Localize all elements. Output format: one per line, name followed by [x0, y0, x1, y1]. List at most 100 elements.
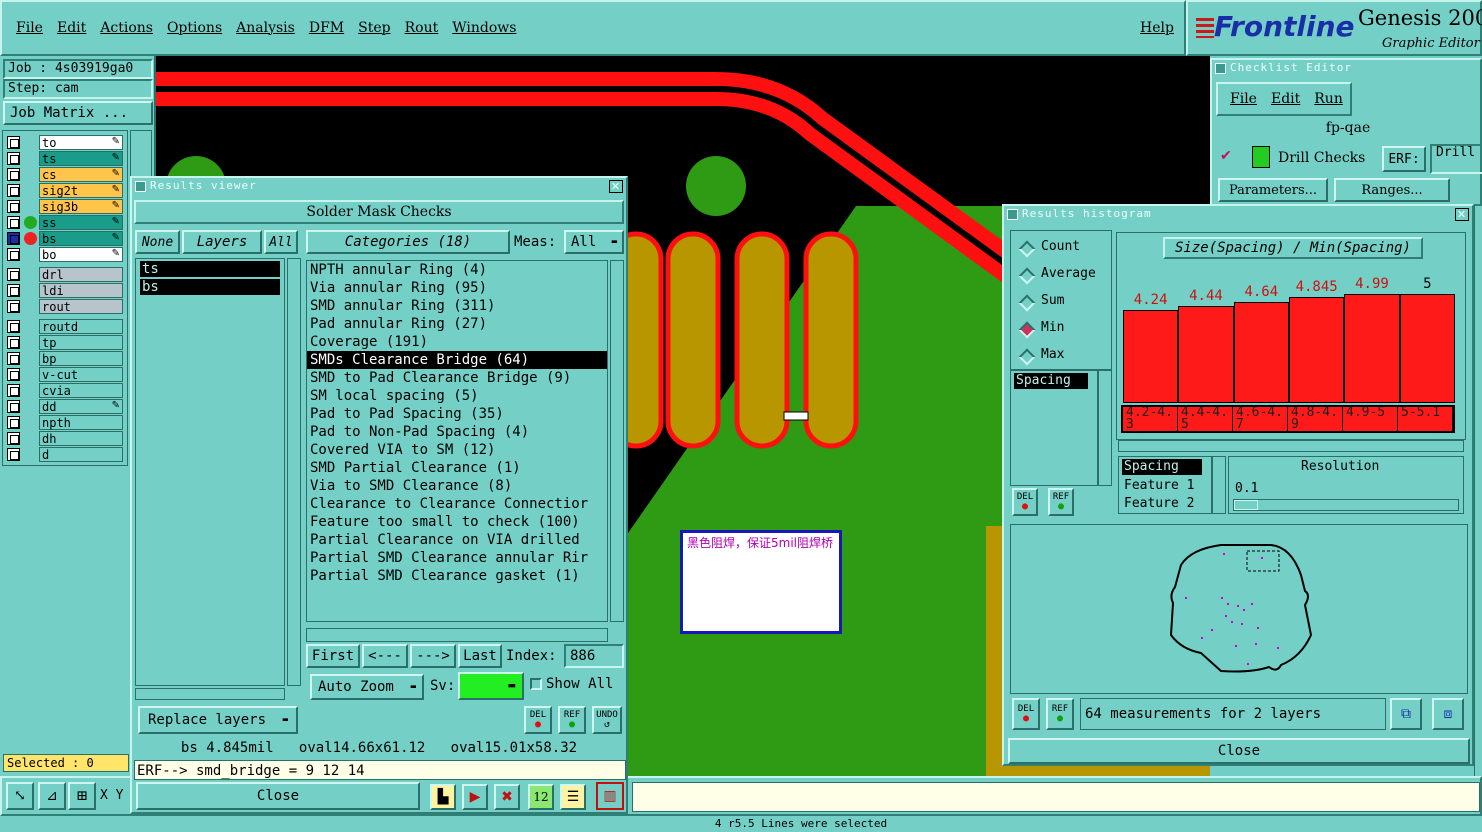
category-item[interactable]: SM local spacing (5)	[307, 387, 607, 405]
layer-checkbox[interactable]	[7, 168, 20, 181]
tool-zoom-icon[interactable]: ⤡	[6, 782, 34, 810]
layer-checkbox[interactable]	[7, 368, 20, 381]
layer-row-sig3b[interactable]: sig3b ✎	[7, 199, 123, 214]
list-item[interactable]: Feature 1	[1122, 477, 1208, 495]
menu-dfm[interactable]: DFM	[309, 20, 344, 36]
parameters-button[interactable]: Parameters...	[1218, 178, 1328, 202]
categories-list[interactable]: NPTH annular Ring (4) Via annular Ring (9…	[306, 260, 608, 622]
category-item[interactable]: Partial SMD Clearance gasket (1)	[307, 567, 607, 585]
check-name[interactable]: Drill Checks	[1278, 150, 1365, 166]
hist-ref-button-2[interactable]: REF ●	[1046, 698, 1074, 730]
layer-name[interactable]: d	[39, 447, 123, 462]
category-item[interactable]: Via annular Ring (95)	[307, 279, 607, 297]
layer-checkbox[interactable]	[7, 248, 20, 261]
sv-color-dropdown[interactable]: ▬	[458, 672, 524, 700]
layer-name[interactable]: sig3b	[39, 199, 123, 214]
layer-name[interactable]: ts	[39, 151, 123, 166]
tool-histogram-icon[interactable]: ▥	[596, 782, 624, 810]
layers-button[interactable]: Layers	[182, 230, 262, 254]
hist-ref-button[interactable]: REF ●	[1048, 488, 1074, 516]
mode-radio-sum[interactable]	[1018, 294, 1036, 312]
layer-checkbox[interactable]	[7, 336, 20, 349]
undo-button[interactable]: UNDO ↺	[592, 706, 622, 734]
category-item[interactable]: SMD to Pad Clearance Bridge (9)	[307, 369, 607, 387]
category-item[interactable]: Coverage (191)	[307, 333, 607, 351]
layer-checkbox[interactable]	[7, 136, 20, 149]
histogram-bar[interactable]	[1399, 294, 1455, 403]
category-item[interactable]: NPTH annular Ring (4)	[307, 261, 607, 279]
category-item[interactable]: Partial Clearance on VIA drilled	[307, 531, 607, 549]
menu-edit[interactable]: Edit	[57, 20, 86, 36]
checklist-menu-edit[interactable]: Edit	[1271, 91, 1300, 107]
layer-name[interactable]: bs	[39, 231, 123, 246]
menu-windows[interactable]: Windows	[452, 20, 516, 36]
layer-row-v-cut[interactable]: v-cut	[7, 367, 123, 382]
layer-name[interactable]: ss	[39, 215, 123, 230]
menu-options[interactable]: Options	[167, 20, 222, 36]
list-item[interactable]: Spacing	[1014, 373, 1088, 389]
results-close-button[interactable]: Close	[136, 782, 420, 810]
layer-name[interactable]: dd	[39, 399, 123, 414]
first-button[interactable]: First	[306, 644, 360, 668]
window-menu-icon[interactable]	[1215, 63, 1226, 74]
menu-file[interactable]: File	[16, 20, 43, 36]
checklist-menu-run[interactable]: Run	[1314, 91, 1343, 107]
category-item[interactable]: Covered VIA to SM (12)	[307, 441, 607, 459]
meas-dropdown[interactable]: All ▬	[564, 230, 624, 254]
layer-name[interactable]: sig2t	[39, 183, 123, 198]
histogram-titlebar[interactable]: Results histogram ✕	[1004, 206, 1472, 224]
tool-delete-icon[interactable]: ✖	[494, 784, 520, 810]
layer-checkbox[interactable]	[7, 152, 20, 165]
layer-row-dh[interactable]: dh	[7, 431, 123, 446]
histogram-bar[interactable]	[1344, 294, 1400, 403]
mode-radio-min[interactable]	[1018, 321, 1036, 339]
layer-name[interactable]: cvia	[39, 383, 123, 398]
category-item[interactable]: Pad to Non-Pad Spacing (4)	[307, 423, 607, 441]
checklist-menu-file[interactable]: File	[1230, 91, 1257, 107]
categories-hscroll[interactable]	[306, 628, 608, 642]
list-item[interactable]: ts	[140, 261, 280, 277]
histogram-bar[interactable]	[1178, 306, 1234, 403]
layer-name[interactable]: npth	[39, 415, 123, 430]
layer-name[interactable]: cs	[39, 167, 123, 182]
ranges-button[interactable]: Ranges...	[1334, 178, 1450, 202]
layer-checkbox[interactable]	[7, 432, 20, 445]
layer-name[interactable]: drl	[39, 267, 123, 282]
command-line[interactable]	[632, 782, 1480, 812]
layer-row-ts[interactable]: ts ✎	[7, 151, 123, 166]
results-viewer-titlebar[interactable]: Results viewer ✕	[132, 178, 626, 196]
show-all-checkbox[interactable]	[530, 678, 542, 690]
tool-report-icon[interactable]: ☰	[560, 784, 586, 810]
layer-checkbox[interactable]	[7, 184, 20, 197]
resolution-slider[interactable]	[1233, 499, 1459, 511]
layer-row-routd[interactable]: routd	[7, 319, 123, 334]
menu-rout[interactable]: Rout	[405, 20, 439, 36]
mode-radio-count[interactable]	[1018, 240, 1036, 258]
layer-list-vscroll[interactable]	[287, 258, 301, 686]
menu-actions[interactable]: Actions	[100, 20, 153, 36]
measure-list[interactable]: Spacing	[1010, 370, 1098, 486]
histogram-close-button[interactable]: Close	[1008, 738, 1470, 764]
layer-row-npth[interactable]: npth	[7, 415, 123, 430]
job-matrix-button[interactable]: Job Matrix ...	[3, 101, 153, 125]
chart-hscroll[interactable]	[1118, 440, 1464, 452]
check-enabled-icon[interactable]: ✔	[1220, 148, 1232, 164]
del-button[interactable]: DEL ●	[524, 706, 552, 734]
mode-radio-max[interactable]	[1018, 348, 1036, 366]
menu-help[interactable]: Help	[1140, 20, 1174, 36]
layer-checkbox[interactable]	[7, 400, 20, 413]
result-layer-list[interactable]: ts bs	[135, 258, 285, 686]
histogram-bar[interactable]	[1123, 310, 1179, 403]
layer-name[interactable]: tp	[39, 335, 123, 350]
layer-list-hscroll[interactable]	[135, 688, 285, 700]
layer-checkbox[interactable]	[7, 352, 20, 365]
mode-radio-average[interactable]	[1018, 267, 1036, 285]
last-button[interactable]: Last	[458, 644, 502, 668]
layer-checkbox[interactable]	[7, 320, 20, 333]
feature-list[interactable]: Spacing Feature 1 Feature 2	[1118, 456, 1212, 514]
hist-del-button[interactable]: DEL ●	[1012, 488, 1038, 516]
layer-row-bo[interactable]: bo ✎	[7, 247, 123, 262]
tool-sort-icon[interactable]: 12	[528, 784, 554, 810]
category-item[interactable]: Via to SMD Clearance (8)	[307, 477, 607, 495]
close-icon[interactable]: ✕	[609, 180, 623, 193]
